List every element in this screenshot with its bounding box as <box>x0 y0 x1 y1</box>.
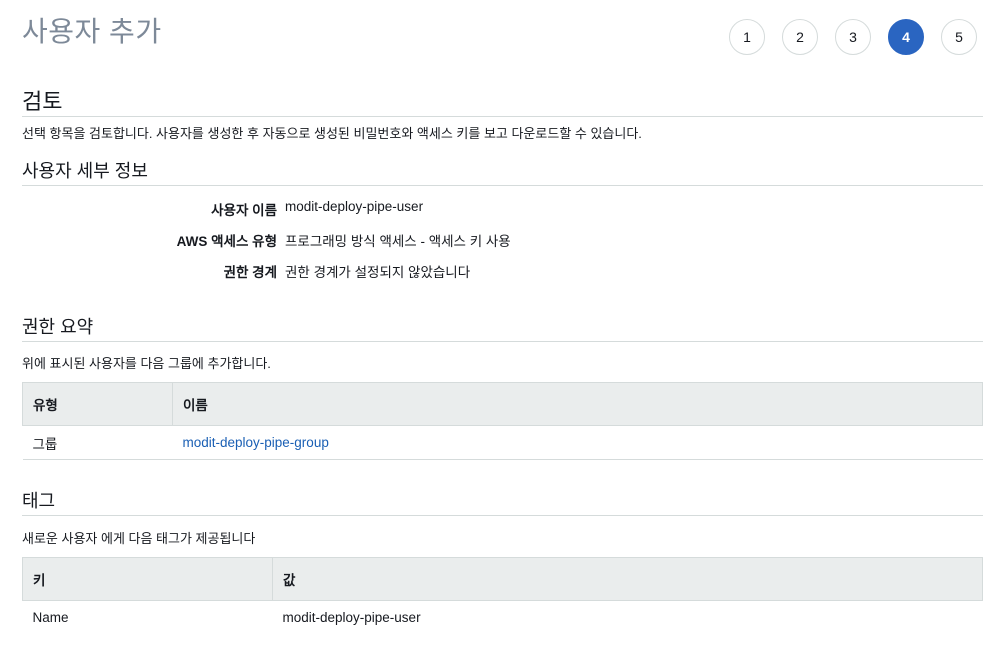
tags-table: 키 값 Name modit-deploy-pipe-user <box>22 557 983 635</box>
tags-heading: 태그 <box>22 487 983 516</box>
step-5[interactable]: 5 <box>941 19 977 55</box>
detail-key: AWS 액세스 유형 <box>176 234 277 249</box>
detail-row-username: 사용자 이름 modit-deploy-pipe-user <box>22 199 622 219</box>
cell-tag-key: Name <box>32 610 69 626</box>
column-header-name[interactable]: 이름 <box>172 382 983 426</box>
detail-value: 권한 경계가 설정되지 않았습니다 <box>285 265 471 280</box>
detail-row-boundary: 권한 경계 권한 경계가 설정되지 않았습니다 <box>22 261 622 281</box>
step-3[interactable]: 3 <box>835 19 871 55</box>
permissions-table: 유형 이름 그룹 modit-deploy-pipe-group <box>22 382 983 460</box>
detail-key: 사용자 이름 <box>211 203 277 218</box>
table-header-row: 키 값 <box>22 557 983 601</box>
table-row: 그룹 modit-deploy-pipe-group <box>22 425 983 460</box>
review-description: 선택 항목을 검토합니다. 사용자를 생성한 후 자동으로 생성된 비밀번호와 … <box>22 126 642 141</box>
wizard-steps: 1 2 3 4 5 <box>729 19 994 55</box>
table-row: Name modit-deploy-pipe-user <box>23 601 983 635</box>
detail-key: 권한 경계 <box>223 265 277 280</box>
column-header-value[interactable]: 값 <box>272 557 983 601</box>
review-heading: 검토 <box>22 84 983 117</box>
permissions-heading: 권한 요약 <box>22 313 983 342</box>
tags-description: 새로운 사용자 에게 다음 태그가 제공됩니다 <box>22 531 256 546</box>
group-link[interactable]: modit-deploy-pipe-group <box>183 435 329 450</box>
column-header-key[interactable]: 키 <box>22 557 273 601</box>
page-title: 사용자 추가 <box>22 16 162 47</box>
permissions-description: 위에 표시된 사용자를 다음 그룹에 추가합니다. <box>22 356 271 371</box>
step-4-active[interactable]: 4 <box>888 19 924 55</box>
table-header-row: 유형 이름 <box>22 382 983 426</box>
step-1[interactable]: 1 <box>729 19 765 55</box>
user-details-heading: 사용자 세부 정보 <box>22 157 983 186</box>
detail-value: modit-deploy-pipe-user <box>285 199 424 214</box>
column-header-type[interactable]: 유형 <box>22 382 173 426</box>
detail-value: 프로그래밍 방식 액세스 - 액세스 키 사용 <box>285 234 511 249</box>
cell-type: 그룹 <box>22 425 173 460</box>
step-2[interactable]: 2 <box>782 19 818 55</box>
cell-tag-value: modit-deploy-pipe-user <box>282 610 421 626</box>
detail-row-access-type: AWS 액세스 유형 프로그래밍 방식 액세스 - 액세스 키 사용 <box>22 230 622 250</box>
